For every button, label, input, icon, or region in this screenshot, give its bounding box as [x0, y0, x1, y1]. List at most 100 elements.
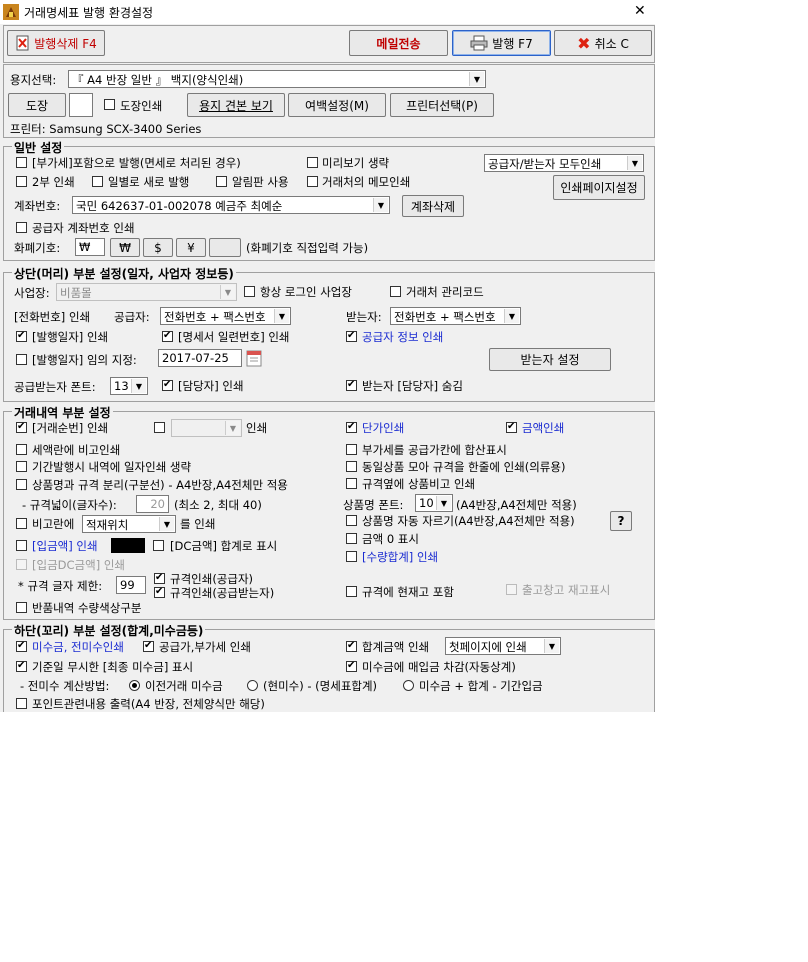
remark-checkbox[interactable]: [16, 518, 27, 529]
email-send-button[interactable]: 메일전송: [349, 30, 448, 56]
paper-select[interactable]: 『 A4 반장 일반 』 백지(양식인쇄) ▼: [68, 70, 486, 88]
settings-window: 거래명세표 발행 환경설정 ✕ 발행삭제 F4 메일전송 발행 F7 ✖ 취소 …: [0, 0, 655, 712]
goods-font-select[interactable]: 10 ▼: [415, 494, 453, 512]
supplier-phone-select[interactable]: 전화번호 + 팩스번호 ▼: [160, 307, 291, 325]
account-select[interactable]: 국민 642637-01-002078 예금주 최예순 ▼: [72, 196, 390, 214]
memo-print-checkbox[interactable]: [307, 176, 318, 187]
amount-checkbox[interactable]: [506, 420, 517, 434]
currency-input[interactable]: ₩: [75, 238, 105, 256]
calc-period-radio[interactable]: [403, 680, 414, 691]
tax-remark-checkbox[interactable]: [16, 444, 27, 455]
print-issue-button[interactable]: 발행 F7: [452, 30, 551, 56]
account-delete-button[interactable]: 계좌삭제: [402, 195, 464, 217]
calc-current-radio[interactable]: [247, 680, 258, 691]
vat-inclusive-checkbox[interactable]: [16, 157, 27, 168]
unit-price-checkbox[interactable]: [346, 420, 357, 434]
auto-cut-checkbox[interactable]: [346, 515, 357, 526]
deposit-color-swatch[interactable]: [111, 538, 145, 553]
qty-total-checkbox[interactable]: [346, 551, 357, 562]
paper-sample-button[interactable]: 용지 견본 보기: [187, 93, 285, 117]
account-label: 계좌번호:: [14, 199, 61, 213]
extra-print-checkbox[interactable]: [154, 422, 165, 433]
receiver-setup-button[interactable]: 받는자 설정: [489, 348, 611, 371]
currency-blank-button[interactable]: [209, 238, 241, 257]
close-icon[interactable]: ✕: [634, 3, 646, 19]
total-page-select[interactable]: 첫페이지에 인쇄 ▼: [445, 637, 561, 655]
currency-won-button[interactable]: ₩: [110, 238, 140, 257]
extra-print-select[interactable]: ▼: [171, 419, 242, 437]
cancel-button[interactable]: ✖ 취소 C: [554, 30, 652, 56]
two-copies-checkbox[interactable]: [16, 176, 27, 187]
ignore-base-label: 기준일 무시한 [최종 미수금] 표시: [32, 660, 194, 674]
zero-amount-checkbox[interactable]: [346, 533, 357, 544]
supply-vat-label: 공급가,부가세 인쇄: [159, 640, 251, 654]
goods-font-note: (A4반장,A4전체만 적용): [456, 498, 577, 512]
spec-limit-input[interactable]: 99: [116, 576, 146, 594]
seq-checkbox[interactable]: [16, 420, 27, 434]
deduct-checkbox[interactable]: [346, 659, 357, 673]
spec-width-input[interactable]: 20: [136, 495, 169, 513]
outbound-stock-checkbox[interactable]: [506, 584, 517, 595]
receiver-phone-select[interactable]: 전화번호 + 팩스번호 ▼: [390, 307, 521, 325]
spec-receiver-checkbox[interactable]: [154, 585, 165, 599]
calc-current-label: (현미수) - (명세표합계): [263, 679, 378, 693]
biz-select[interactable]: 비품몰 ▼: [56, 283, 237, 301]
printer-select-button[interactable]: 프린터선택(P): [390, 93, 494, 117]
calc-prev-radio[interactable]: [129, 680, 140, 691]
split-checkbox[interactable]: [16, 479, 27, 490]
receiver-font-select[interactable]: 13 ▼: [110, 377, 148, 395]
print-page-setup-button[interactable]: 인쇄페이지설정: [553, 175, 645, 200]
daily-new-checkbox[interactable]: [92, 176, 103, 187]
return-color-checkbox[interactable]: [16, 602, 27, 613]
chevron-down-icon: ▼: [159, 517, 174, 531]
header-section-title: 상단(머리) 부분 설정(일자, 사업자 정보등): [12, 265, 236, 282]
cancel-x-icon: ✖: [577, 33, 591, 53]
any-date-label: [발행일자] 임의 지정:: [32, 353, 137, 367]
issue-date-checkbox[interactable]: [16, 329, 27, 343]
always-logo-checkbox[interactable]: [244, 286, 255, 297]
client-code-label: 거래처 관리코드: [406, 285, 484, 299]
supplier-receiver-select[interactable]: 공급자/받는자 모두인쇄 ▼: [484, 154, 644, 172]
receiver-font-label: 공급받는자 폰트:: [14, 380, 96, 394]
vat-sum-checkbox[interactable]: [346, 444, 357, 455]
paper-label: 용지선택:: [10, 73, 57, 87]
ignore-base-checkbox[interactable]: [16, 659, 27, 673]
spec-supplier-checkbox[interactable]: [154, 571, 165, 585]
any-date-checkbox[interactable]: [16, 354, 27, 365]
client-code-checkbox[interactable]: [390, 286, 401, 297]
stamp-button[interactable]: 도장: [8, 93, 66, 117]
period-skip-label: 기간발행시 내역에 일자인쇄 생략: [32, 460, 192, 474]
dc-deposit-checkbox[interactable]: [16, 559, 27, 570]
remark-select[interactable]: 적재위치 ▼: [82, 515, 176, 533]
deposit-label: [입금액] 인쇄: [32, 539, 98, 553]
currency-yen-button[interactable]: ¥: [176, 238, 206, 257]
notice-use-checkbox[interactable]: [216, 176, 227, 187]
manager-print-checkbox[interactable]: [162, 378, 173, 392]
margin-setup-button[interactable]: 여백설정(M): [288, 93, 386, 117]
issue-date-label: [발행일자] 인쇄: [32, 330, 109, 344]
extra-print-suffix: 인쇄: [246, 421, 268, 435]
supplier-account-checkbox[interactable]: [16, 222, 27, 233]
receivable-checkbox[interactable]: [16, 639, 27, 653]
date-input[interactable]: 2017-07-25: [158, 349, 242, 367]
calendar-icon[interactable]: [246, 349, 262, 367]
preview-skip-checkbox[interactable]: [307, 157, 318, 168]
stock-include-checkbox[interactable]: [346, 586, 357, 597]
spec-remark-checkbox[interactable]: [346, 478, 357, 489]
stamp-print-checkbox[interactable]: [104, 99, 115, 110]
receiver-label: 받는자:: [346, 310, 382, 324]
total-print-checkbox[interactable]: [346, 639, 357, 653]
period-skip-checkbox[interactable]: [16, 461, 27, 472]
same-goods-checkbox[interactable]: [346, 461, 357, 472]
currency-dollar-button[interactable]: $: [143, 238, 173, 257]
dc-sum-checkbox[interactable]: [153, 540, 164, 551]
delete-issue-button[interactable]: 발행삭제 F4: [7, 30, 105, 56]
receiver-manager-hide-checkbox[interactable]: [346, 378, 357, 392]
calc-method-label: - 전미수 계산방법:: [20, 679, 110, 693]
help-button[interactable]: ?: [610, 511, 632, 531]
serial-checkbox[interactable]: [162, 329, 173, 343]
points-checkbox[interactable]: [16, 698, 27, 709]
supply-vat-checkbox[interactable]: [143, 639, 154, 653]
deposit-checkbox[interactable]: [16, 540, 27, 551]
supplier-info-checkbox[interactable]: [346, 329, 357, 343]
